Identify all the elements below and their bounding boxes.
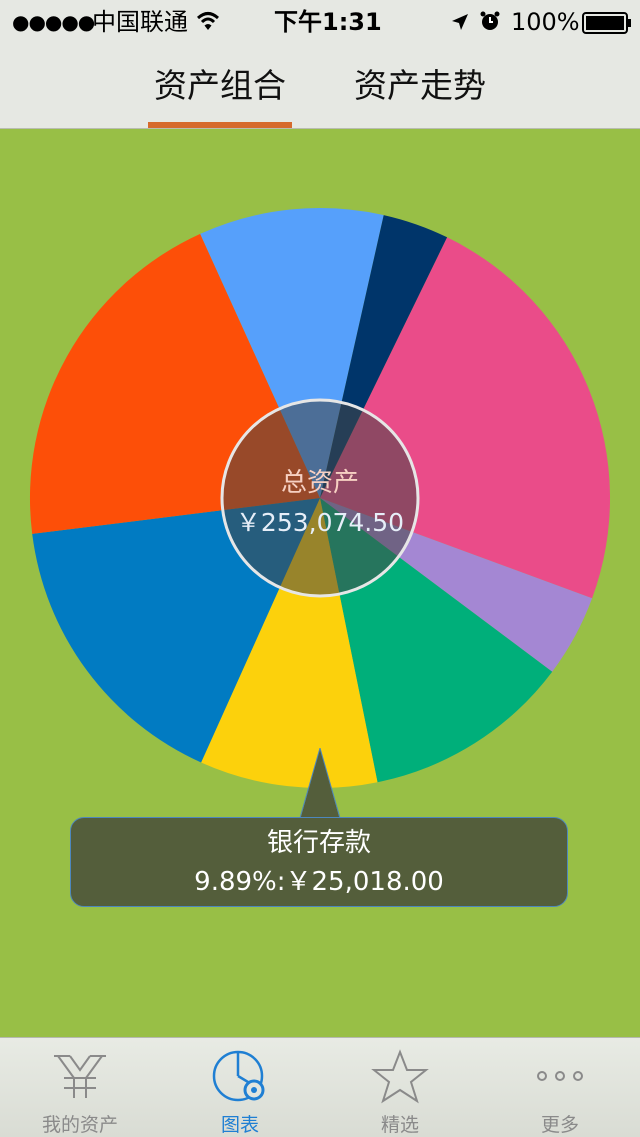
tabbar-label: 图表	[220, 1114, 259, 1136]
tabbar-featured[interactable]: 精选	[320, 1038, 480, 1137]
carrier-name: 中国联通	[92, 8, 188, 36]
wifi-icon	[196, 12, 220, 30]
battery-percentage: 100%	[511, 8, 580, 36]
tabbar-chart[interactable]: 图表	[160, 1038, 320, 1137]
tooltip-category: 银行存款	[266, 828, 371, 858]
chart-settings-icon	[212, 1050, 265, 1102]
segment-header: 资产组合 资产走势	[0, 44, 640, 129]
tab-asset-portfolio[interactable]: 资产组合	[140, 66, 300, 106]
signal-strength: ●●●●●	[12, 10, 95, 34]
star-icon	[371, 1049, 429, 1104]
alarm-icon	[480, 11, 500, 30]
active-tab-indicator	[148, 122, 292, 128]
tooltip-pointer	[299, 748, 341, 820]
tabbar-label: 我的资产	[41, 1114, 118, 1136]
total-assets-value: ￥253,074.50	[235, 508, 405, 537]
clock-time: 下午1:31	[274, 8, 382, 36]
tabbar-my-assets[interactable]: 我的资产	[0, 1038, 160, 1137]
battery-icon	[582, 12, 631, 34]
yen-icon	[54, 1055, 106, 1098]
tab-asset-trend[interactable]: 资产走势	[340, 66, 500, 106]
tabbar-more[interactable]: 更多	[480, 1038, 640, 1137]
slice-tooltip: 银行存款 9.89%:￥25,018.00	[70, 817, 568, 907]
tabbar-label: 精选	[380, 1114, 419, 1136]
more-icon	[537, 1071, 583, 1081]
location-arrow-icon	[452, 14, 468, 30]
total-assets-label: 总资产	[280, 468, 359, 498]
bottom-tab-bar: 我的资产 图表 精选 更多	[0, 1037, 640, 1137]
tooltip-amount: 9.89%:￥25,018.00	[194, 867, 444, 897]
tabbar-label: 更多	[540, 1114, 579, 1136]
status-bar: ●●●●● 中国联通 下午1:31 100%	[0, 0, 640, 44]
